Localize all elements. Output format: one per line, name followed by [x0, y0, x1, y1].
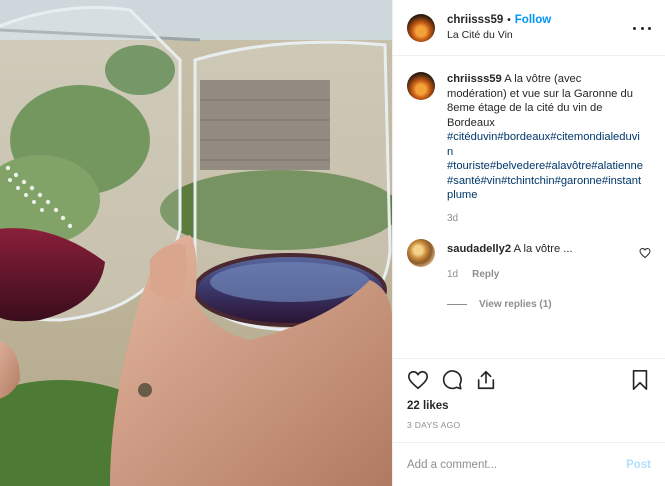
- post-photo[interactable]: [0, 0, 392, 486]
- actions-area: 22 likes 3 DAYS AGO: [393, 358, 665, 442]
- comment-body: saudadelly2 A la vôtre ... 1d Reply: [447, 239, 573, 282]
- comment-text: A la vôtre ...: [513, 243, 573, 255]
- caption-username[interactable]: chriisss59: [447, 73, 502, 85]
- add-comment-input[interactable]: [407, 458, 627, 471]
- caption-avatar[interactable]: [407, 72, 435, 100]
- follow-button[interactable]: Follow: [515, 14, 551, 26]
- heart-small-icon[interactable]: [639, 247, 651, 259]
- more-options-icon[interactable]: [633, 22, 651, 34]
- share-icon[interactable]: [475, 369, 497, 391]
- view-replies-button[interactable]: View replies (1): [447, 299, 651, 310]
- wine-glasses-photo: [0, 0, 392, 486]
- comment-composer: Post: [393, 442, 665, 486]
- caption: chriisss59 A la vôtre (avec modération) …: [407, 72, 651, 226]
- heart-icon[interactable]: [407, 369, 429, 391]
- caption-body: chriisss59 A la vôtre (avec modération) …: [447, 72, 643, 226]
- caption-hashtags[interactable]: #citéduvin#bordeaux#citemondialeduvin #t…: [447, 131, 643, 201]
- comment-meta: 1d Reply: [447, 268, 573, 282]
- comment-age: 1d: [447, 269, 459, 280]
- separator-dot: •: [507, 14, 511, 26]
- instagram-post: chriisss59 • Follow La Cité du Vin chrii…: [0, 0, 665, 486]
- comment-icon[interactable]: [441, 369, 463, 391]
- comment-username[interactable]: saudadelly2: [447, 243, 511, 255]
- header-row: chriisss59 • Follow: [447, 14, 551, 26]
- view-replies-label: View replies (1): [479, 299, 552, 310]
- header-text: chriisss59 • Follow La Cité du Vin: [447, 14, 551, 41]
- comment: saudadelly2 A la vôtre ... 1d Reply: [407, 239, 651, 282]
- avatar[interactable]: [407, 13, 435, 42]
- reply-button[interactable]: Reply: [472, 268, 499, 282]
- action-bar: [407, 359, 651, 401]
- post-side-panel: chriisss59 • Follow La Cité du Vin chrii…: [392, 0, 665, 486]
- post-header: chriisss59 • Follow La Cité du Vin: [393, 0, 665, 56]
- username[interactable]: chriisss59: [447, 14, 503, 26]
- likes-count[interactable]: 22 likes: [407, 400, 651, 412]
- post-comment-button[interactable]: Post: [626, 459, 651, 471]
- location[interactable]: La Cité du Vin: [447, 29, 551, 41]
- post-timestamp: 3 DAYS AGO: [407, 420, 461, 430]
- bookmark-icon[interactable]: [629, 369, 651, 391]
- caption-age: 3d: [447, 212, 459, 224]
- replies-line: [447, 304, 467, 305]
- comment-avatar[interactable]: [407, 239, 435, 267]
- comments-section: chriisss59 A la vôtre (avec modération) …: [393, 56, 665, 358]
